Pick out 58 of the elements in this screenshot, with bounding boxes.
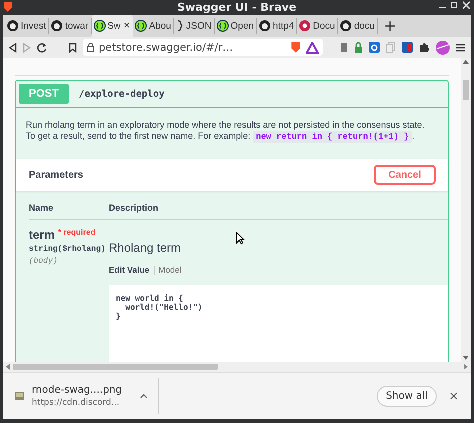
description-text: To get a result, send to the first new name. For example: new return in { return!(1+1) } . bbox=[26, 131, 416, 143]
parameter-name: term bbox=[29, 228, 56, 242]
caret-icon[interactable] bbox=[140, 393, 148, 399]
braces-icon bbox=[216, 20, 229, 32]
cursor-icon bbox=[236, 232, 245, 245]
file-name: rnode-swag....png bbox=[32, 384, 122, 396]
maximize-icon[interactable] bbox=[451, 1, 458, 9]
scroll-right-icon[interactable] bbox=[463, 364, 469, 370]
editor-tab[interactable]: Model bbox=[158, 265, 182, 275]
browser-tab[interactable]: Sw × bbox=[92, 15, 134, 37]
browser-tab[interactable]: docu bbox=[338, 18, 378, 34]
browser-tab[interactable]: Abou bbox=[133, 18, 174, 34]
triangle-icon[interactable] bbox=[306, 42, 319, 54]
browser-tab[interactable]: JSON bbox=[174, 18, 215, 34]
parameter-location: (body) bbox=[29, 257, 59, 266]
menu-icon[interactable] bbox=[456, 42, 465, 52]
description-text: Run rholang term in an exploratory mode where the results are not persisted in the consensus state. bbox=[26, 120, 426, 131]
address-bar[interactable]: petstore.swagger.io/#/r… bbox=[83, 39, 323, 56]
show-all-button[interactable]: Show all bbox=[377, 386, 437, 406]
close-icon[interactable] bbox=[463, 1, 470, 9]
padlock-icon[interactable] bbox=[354, 42, 363, 53]
section-title: Parameters bbox=[29, 170, 84, 180]
column-header: Name bbox=[29, 203, 55, 213]
scroll-up-icon[interactable] bbox=[463, 58, 469, 66]
scroll-down-icon[interactable] bbox=[463, 354, 469, 362]
bookmark-icon[interactable] bbox=[69, 42, 77, 52]
back-icon[interactable] bbox=[9, 42, 17, 52]
file-source: https://cdn.discord... bbox=[32, 398, 121, 408]
puzzle-icon[interactable] bbox=[419, 42, 430, 53]
method-badge: POST bbox=[19, 84, 69, 104]
parameter-type: string($rholang) bbox=[29, 245, 107, 254]
browser-tab[interactable]: Open bbox=[214, 18, 258, 34]
column-header: Description bbox=[109, 203, 159, 213]
parameter-description: Rholang term bbox=[109, 241, 182, 255]
extension-icon[interactable] bbox=[369, 42, 380, 53]
browser-tab[interactable]: Invest bbox=[5, 18, 50, 34]
board-icon[interactable] bbox=[402, 42, 413, 53]
close-button[interactable]: × bbox=[442, 388, 465, 404]
endpoint-path: /explore-deploy bbox=[79, 88, 165, 100]
brace-icon bbox=[176, 20, 184, 32]
required-label: * required bbox=[58, 228, 96, 237]
reload-icon[interactable] bbox=[37, 42, 47, 52]
close-tab-button[interactable]: × bbox=[122, 20, 132, 32]
browser-tab[interactable]: Docu bbox=[297, 18, 338, 34]
scrollbar-thumb[interactable] bbox=[463, 80, 469, 100]
scroll-left-icon[interactable] bbox=[5, 364, 11, 370]
scrollbar-thumb[interactable] bbox=[13, 364, 218, 370]
braces-icon bbox=[135, 20, 148, 32]
window-title: Swagger UI - Brave bbox=[177, 1, 297, 14]
lock-icon bbox=[87, 43, 95, 52]
browser-tab[interactable]: towar bbox=[49, 18, 92, 34]
avatar-icon[interactable] bbox=[436, 40, 450, 54]
editor-tab[interactable]: Edit Value bbox=[109, 265, 150, 275]
image-file-icon bbox=[15, 392, 24, 400]
browser-tab[interactable]: http4 bbox=[257, 18, 298, 34]
new-tab-button[interactable]: + bbox=[378, 17, 403, 35]
braces-icon bbox=[94, 20, 106, 32]
value-editor[interactable]: new world in { world!("Hello!") } bbox=[109, 285, 448, 362]
